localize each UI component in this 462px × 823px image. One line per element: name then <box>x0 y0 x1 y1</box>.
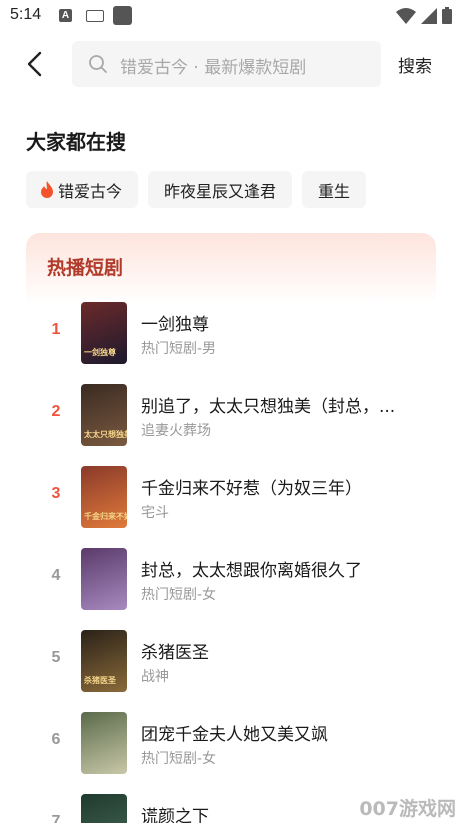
chevron-left-icon <box>27 51 42 77</box>
rank-number: 2 <box>51 403 61 420</box>
keyboard-icon <box>86 10 104 22</box>
status-time: 5:14 <box>10 6 42 23</box>
back-button[interactable] <box>20 48 52 80</box>
drama-poster <box>81 548 127 610</box>
poster-text: 千金归来不好惹 <box>84 512 127 521</box>
drama-tag: 宅斗 <box>141 505 169 521</box>
drama-tag: 热门短剧-男 <box>141 341 217 357</box>
notification-a-icon: A <box>59 9 72 22</box>
trending-chip[interactable]: 重生 <box>302 171 367 208</box>
trending-chip-label: 昨夜星辰又逢君 <box>164 181 277 201</box>
drama-tag: 战神 <box>141 669 169 685</box>
battery-icon <box>442 7 452 24</box>
list-item[interactable]: 5 杀猪医圣 杀猪医圣 战神 <box>26 628 436 692</box>
drama-tag: 追妻火葬场 <box>141 423 211 439</box>
list-item[interactable]: 4 封总，太太想跟你离婚很久了 热门短剧-女 <box>26 546 436 610</box>
drama-poster: 一剑独尊 <box>81 302 127 364</box>
drama-poster: 太太只想独美 <box>81 384 127 446</box>
drama-poster <box>81 794 127 823</box>
drama-tag: 热门短剧-女 <box>141 751 217 767</box>
search-header: 错爱古今 · 最新爆款短剧 搜索 <box>0 40 462 88</box>
rank-number: 5 <box>51 649 61 666</box>
drama-title: 一剑独尊 <box>141 315 209 335</box>
list-item[interactable]: 6 团宠千金夫人她又美又飒 热门短剧-女 <box>26 710 436 774</box>
trending-chip-label: 重生 <box>318 181 351 201</box>
trending-chips: 错爱古今 昨夜星辰又逢君 重生 <box>26 171 367 208</box>
drama-poster: 千金归来不好惹 <box>81 466 127 528</box>
drama-title: 杀猪医圣 <box>141 643 209 663</box>
trending-title: 大家都在搜 <box>26 130 126 154</box>
watermark: 007游戏网 <box>359 798 456 820</box>
rank-number: 6 <box>51 731 61 748</box>
fire-icon <box>41 180 53 198</box>
rank-number: 1 <box>51 321 61 338</box>
search-input[interactable]: 错爱古今 · 最新爆款短剧 <box>72 41 381 87</box>
drama-title: 千金归来不好惹（为奴三年） <box>141 479 362 499</box>
list-item[interactable]: 2 太太只想独美 别追了，太太只想独美（封总，... 追妻火葬场 <box>26 382 436 446</box>
drama-tag: 热门短剧-女 <box>141 587 217 603</box>
search-icon <box>89 55 107 73</box>
list-item[interactable]: 3 千金归来不好惹 千金归来不好惹（为奴三年） 宅斗 <box>26 464 436 528</box>
poster-text: 一剑独尊 <box>84 348 116 357</box>
trending-chip[interactable]: 错爱古今 <box>26 171 139 208</box>
drama-title: 别追了，太太只想独美（封总，... <box>141 397 396 417</box>
search-placeholder: 错爱古今 · 最新爆款短剧 <box>120 58 307 78</box>
wifi-icon <box>396 7 416 24</box>
app-notification-icon <box>113 6 132 25</box>
drama-poster <box>81 712 127 774</box>
list-item[interactable]: 1 一剑独尊 一剑独尊 热门短剧-男 <box>26 300 436 364</box>
rank-number: 3 <box>51 485 61 502</box>
rank-number: 4 <box>51 567 61 584</box>
rank-number: 7 <box>51 813 61 823</box>
drama-title: 团宠千金夫人她又美又飒 <box>141 725 328 745</box>
hot-dramas-title: 热播短剧 <box>47 257 124 279</box>
trending-chip-label: 错爱古今 <box>58 181 123 201</box>
poster-text: 太太只想独美 <box>84 430 127 439</box>
status-bar: 5:14 A <box>0 0 462 32</box>
trending-chip[interactable]: 昨夜星辰又逢君 <box>148 171 293 208</box>
drama-title: 封总，太太想跟你离婚很久了 <box>141 561 362 581</box>
signal-icon <box>421 7 437 24</box>
poster-text: 杀猪医圣 <box>84 676 116 685</box>
status-right-icons <box>396 7 452 24</box>
search-button[interactable]: 搜索 <box>398 52 432 77</box>
drama-poster: 杀猪医圣 <box>81 630 127 692</box>
